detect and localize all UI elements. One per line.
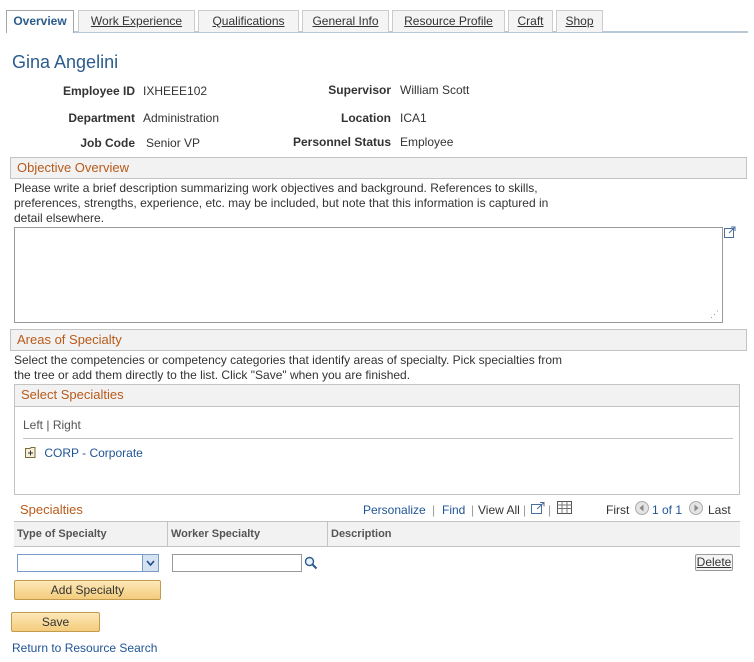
tree-node-corp[interactable]: CORP - Corporate <box>25 446 143 460</box>
location-label: Location <box>341 111 391 125</box>
save-button[interactable]: Save <box>11 612 100 632</box>
separator: | <box>471 503 475 517</box>
tab-shop[interactable]: Shop <box>556 10 603 32</box>
last-label: Last <box>708 503 731 517</box>
specialty-description-line: the tree or add them directly to the lis… <box>14 368 411 382</box>
separator: | <box>523 503 527 517</box>
tab-craft[interactable]: Craft <box>508 10 553 32</box>
next-row-icon[interactable] <box>689 501 703 515</box>
search-icon[interactable] <box>304 556 318 570</box>
tab-general-info[interactable]: General Info <box>302 10 389 32</box>
type-of-specialty-select[interactable] <box>17 554 159 572</box>
page-title: Gina Angelini <box>12 52 119 72</box>
personalize-link[interactable]: Personalize <box>363 503 426 517</box>
right-link[interactable]: Right <box>53 418 81 432</box>
add-specialty-button[interactable]: Add Specialty <box>14 580 161 600</box>
employee-id-label: Employee ID <box>62 84 135 98</box>
department-label: Department <box>68 111 135 125</box>
specialties-grid-header: Type of Specialty Worker Specialty Descr… <box>14 522 740 547</box>
delete-row-button[interactable]: Delete <box>695 554 733 571</box>
tab-label: Shop <box>565 14 594 28</box>
supervisor-label: Supervisor <box>328 83 391 97</box>
view-all-link[interactable]: View All <box>478 503 520 517</box>
tab-label: Work Experience <box>90 14 183 28</box>
objective-description: Please write a brief description summari… <box>14 181 548 226</box>
personnel-status-value: Employee <box>400 135 454 149</box>
tab-overview[interactable]: Overview <box>6 10 74 33</box>
separator: | <box>432 503 436 517</box>
objective-overview-header: Objective Overview <box>10 157 747 179</box>
col-type-of-specialty: Type of Specialty <box>14 522 168 547</box>
left-link[interactable]: Left <box>23 418 43 432</box>
zoom-grid-icon[interactable] <box>531 502 545 514</box>
first-label: First <box>606 503 630 517</box>
download-spreadsheet-icon[interactable] <box>557 501 572 514</box>
separator: | <box>46 418 50 432</box>
row-range: 1 of 1 <box>652 503 683 517</box>
find-link[interactable]: Find <box>442 503 465 517</box>
employee-id-value: IXHEEE102 <box>143 84 208 98</box>
return-to-resource-search-link[interactable]: Return to Resource Search <box>12 641 157 655</box>
left-right-toggle: Left | Right <box>23 418 81 432</box>
previous-row-icon[interactable] <box>635 501 649 515</box>
tree-node-label[interactable]: CORP - Corporate <box>44 446 142 460</box>
objective-textarea[interactable]: ⋰ <box>14 227 723 323</box>
tab-qualifications[interactable]: Qualifications <box>198 10 299 32</box>
divider <box>23 438 733 439</box>
worker-specialty-input[interactable] <box>172 554 302 572</box>
personnel-status-label: Personnel Status <box>292 135 391 149</box>
tab-label: Craft <box>517 14 544 28</box>
tab-label: General Info <box>312 14 379 28</box>
areas-of-specialty-header: Areas of Specialty <box>10 329 747 351</box>
chevron-down-icon[interactable] <box>142 555 158 571</box>
col-worker-specialty: Worker Specialty <box>168 522 328 547</box>
tab-resource-profile[interactable]: Resource Profile <box>392 10 505 32</box>
location-value: ICA1 <box>400 111 427 125</box>
supervisor-value: William Scott <box>400 83 470 97</box>
separator: | <box>548 503 552 517</box>
tab-label: Qualifications <box>212 14 285 28</box>
select-specialties-panel: Select Specialties Left | Right CORP - C… <box>14 384 740 495</box>
select-specialties-header: Select Specialties <box>15 385 739 407</box>
tab-label: Resource Profile <box>404 14 493 28</box>
objective-description-line: preferences, strengths, experience, etc.… <box>14 196 549 210</box>
folder-plus-icon[interactable] <box>25 446 41 458</box>
col-description: Description <box>331 528 392 540</box>
objective-description-line: detail elsewhere. <box>14 211 105 225</box>
expand-textarea-icon[interactable] <box>724 226 736 238</box>
objective-description-line: Please write a brief description summari… <box>14 181 538 195</box>
specialties-grid-titlebar: Specialties Personalize | Find | View Al… <box>14 500 740 522</box>
specialties-grid-title: Specialties <box>20 502 83 517</box>
department-value: Administration <box>143 111 220 125</box>
job-code-value: Senior VP <box>146 136 201 150</box>
job-code-label: Job Code <box>80 136 135 150</box>
specialty-description: Select the competencies or competency ca… <box>14 353 562 383</box>
specialty-description-line: Select the competencies or competency ca… <box>14 353 563 367</box>
tab-work-experience[interactable]: Work Experience <box>78 10 195 32</box>
resize-grip-icon[interactable]: ⋰ <box>710 310 720 320</box>
